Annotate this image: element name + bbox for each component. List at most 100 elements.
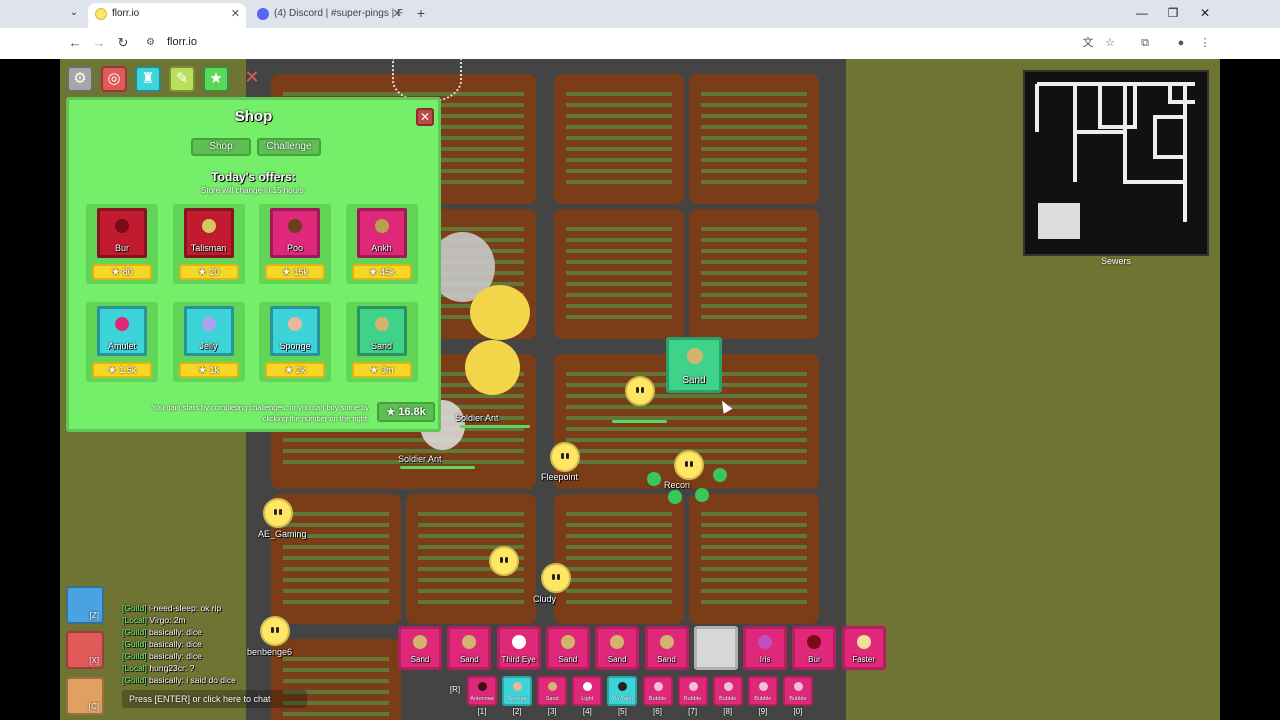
petal-icon — [610, 635, 625, 649]
tab-search-icon[interactable]: ⌄ — [66, 5, 82, 21]
hotbar-slot[interactable]: Sand — [644, 626, 689, 670]
petal-card: Amulet — [97, 306, 147, 356]
shop-offer[interactable]: Bur ★ 80 — [86, 204, 158, 284]
extensions-icon[interactable]: ⧉ — [1136, 34, 1154, 52]
leaf-petal — [647, 472, 661, 486]
shop-offer[interactable]: Ankh ★ 45k — [345, 204, 418, 284]
skill-button-z[interactable]: [Z] — [66, 586, 104, 624]
price-button[interactable]: ★ 80 — [92, 264, 152, 280]
secondary-slot[interactable]: Bubble — [747, 676, 778, 706]
price-button[interactable]: ★ 1k — [178, 362, 239, 378]
mob-name: Soldier Ant — [398, 454, 442, 464]
hotbar-slot[interactable]: Iris — [743, 626, 788, 670]
gallery-tower-icon[interactable]: ♜ — [135, 66, 161, 92]
forward-icon[interactable]: → — [90, 34, 108, 52]
hotbar-slot[interactable]: Bur — [792, 626, 837, 670]
secondary-slot[interactable]: Bubble — [782, 676, 813, 706]
minimize-button[interactable]: — — [1127, 3, 1157, 23]
price-button[interactable]: ★ 2k — [265, 362, 325, 378]
chat-channel: [Guild] — [122, 627, 147, 637]
translate-icon[interactable]: 文 — [1079, 34, 1097, 52]
settings-gear-icon[interactable]: ⚙ — [67, 66, 93, 92]
secondary-slot[interactable]: Bubble — [712, 676, 743, 706]
shop-close-button[interactable]: ✕ — [416, 108, 434, 126]
star-balance-button[interactable]: ★ 16.8k — [377, 402, 435, 422]
hotbar-slot[interactable]: Sand — [595, 626, 640, 670]
site-info-icon[interactable]: ⚙ — [146, 37, 158, 49]
chat-channel: [Guild] — [122, 651, 147, 661]
hotbar-slot[interactable]: Sand — [398, 626, 442, 670]
petal-card: Poo — [270, 208, 320, 258]
close-tab-icon[interactable]: ✕ — [231, 3, 240, 25]
petal-icon — [115, 317, 129, 331]
shop-offer[interactable]: Poo ★ 15k — [259, 204, 331, 284]
price-button[interactable]: ★ 45k — [351, 264, 412, 280]
close-window-button[interactable]: ✕ — [1190, 3, 1220, 23]
profile-avatar-icon[interactable]: ● — [1172, 34, 1190, 52]
shop-offer[interactable]: Sponge ★ 2k — [259, 302, 331, 382]
secondary-slot[interactable]: Light — [572, 676, 603, 706]
reload-icon[interactable]: ↻ — [114, 34, 132, 52]
tab-shop[interactable]: Shop — [191, 138, 251, 156]
chat-input[interactable]: Press [ENTER] or click here to chat — [122, 690, 307, 708]
close-hud-icon[interactable]: ✕ — [239, 66, 265, 92]
url-text: florr.io — [167, 36, 197, 48]
maximize-button[interactable]: ❐ — [1158, 3, 1188, 23]
garden-room — [689, 209, 819, 339]
hotbar-slot[interactable]: Third Eye — [496, 626, 541, 670]
tab-challenge[interactable]: Challenge — [257, 138, 321, 156]
minimap-room — [1038, 203, 1080, 239]
new-tab-button[interactable]: + — [413, 5, 429, 21]
skill-button-c[interactable]: [C] — [66, 677, 104, 715]
petal-name: Sponge — [279, 341, 311, 351]
slot-key-label: [5] — [617, 707, 627, 716]
secondary-slot[interactable]: Sponge — [502, 676, 533, 706]
player-name: AE_Gaming — [258, 529, 307, 539]
chat-log: [Guild] i-need-sleep: ok rip [Local] Virg… — [122, 602, 352, 686]
page-margin-right — [1220, 59, 1280, 720]
chat-channel: [Local] — [122, 663, 148, 673]
chat-text: basically: dice — [148, 627, 202, 637]
secondary-slot[interactable]: Antennae — [467, 676, 497, 706]
price-button[interactable]: ★ 3m — [351, 362, 412, 378]
petal-name: Faster — [852, 655, 876, 664]
browser-menu-icon[interactable]: ⋮ — [1196, 34, 1214, 52]
price-value: 1k — [209, 365, 219, 375]
secondary-slot[interactable]: Bubble — [642, 676, 673, 706]
secondary-slot[interactable]: Yin Yang — [607, 676, 638, 706]
secondary-slot[interactable]: Sand — [537, 676, 568, 706]
skill-button-x[interactable]: [X] — [66, 631, 104, 669]
shop-title: Shop — [234, 108, 273, 125]
hotbar-slot[interactable]: Faster — [841, 626, 886, 670]
shop-offer[interactable]: Jelly ★ 1k — [172, 302, 245, 382]
address-bar[interactable]: ⚙ florr.io — [140, 31, 1130, 55]
bookmark-star-icon[interactable]: ☆ — [1101, 34, 1119, 52]
secondary-slot[interactable]: Bubble — [677, 676, 708, 706]
petal-name: Talisman — [190, 243, 227, 253]
minimap[interactable] — [1023, 70, 1209, 256]
close-tab-icon[interactable]: ✕ — [393, 3, 402, 25]
tab-discord[interactable]: (4) Discord | #super-pings | F ✕ — [250, 3, 408, 28]
crafting-icon[interactable]: ✎ — [169, 66, 195, 92]
shop-offer[interactable]: Talisman ★ 20 — [172, 204, 245, 284]
hotbar-slot[interactable] — [693, 626, 738, 670]
dropped-petal-sand[interactable]: Sand — [666, 337, 722, 393]
petal-card: Bur — [97, 208, 147, 258]
shop-offer[interactable]: Amulet ★ 1.5k — [86, 302, 158, 382]
price-button[interactable]: ★ 15k — [265, 264, 325, 280]
star-icon: ★ — [282, 267, 291, 278]
back-icon[interactable]: ← — [66, 34, 84, 52]
shop-star-icon[interactable]: ★ — [203, 66, 229, 92]
petal-name: Bur — [808, 655, 821, 664]
inventory-target-icon[interactable]: ◎ — [101, 66, 127, 92]
petal-name: Third Eye — [501, 655, 536, 664]
hotbar-slot[interactable]: Sand — [545, 626, 590, 670]
petal-name: Sand — [607, 655, 627, 664]
slot-key-label: [8] — [723, 707, 733, 716]
hotbar-slot[interactable]: Sand — [447, 626, 492, 670]
shop-offer[interactable]: Sand ★ 3m — [345, 302, 418, 382]
price-button[interactable]: ★ 20 — [178, 264, 239, 280]
tab-florr[interactable]: florr.io ✕ — [88, 3, 246, 28]
leaf-petal — [695, 488, 709, 502]
price-button[interactable]: ★ 1.5k — [92, 362, 152, 378]
